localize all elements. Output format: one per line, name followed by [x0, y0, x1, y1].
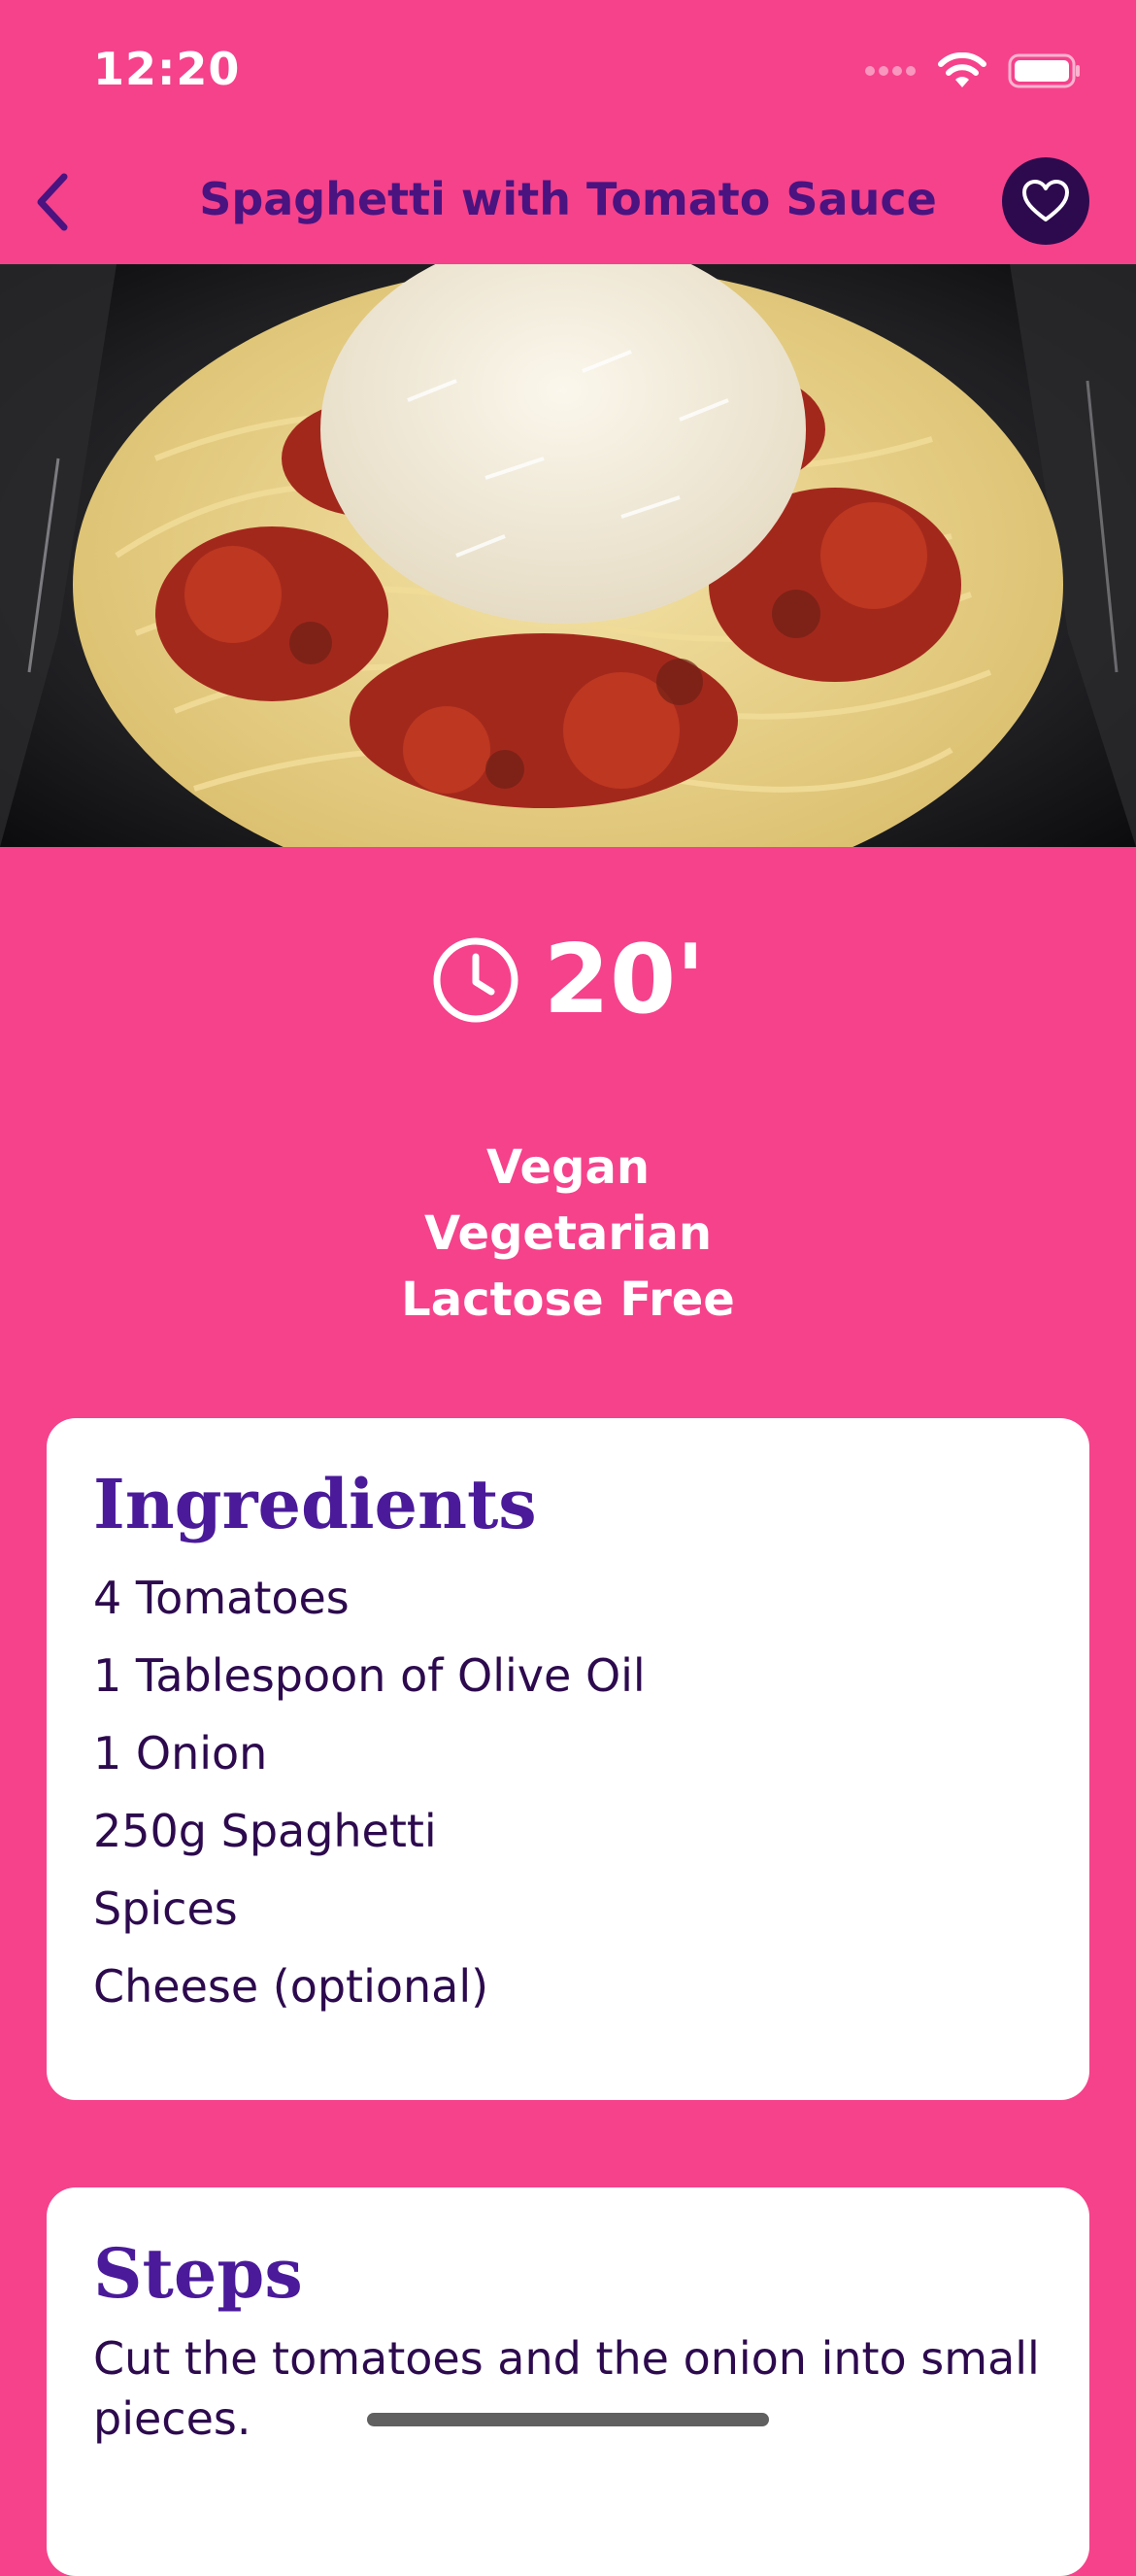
ingredient-item: 1 Tablespoon of Olive Oil	[93, 1649, 646, 1702]
heart-outline-icon	[1022, 180, 1069, 221]
ingredient-item: 1 Onion	[93, 1727, 268, 1779]
step-item: Cut the tomatoes and the onion into smal…	[93, 2332, 1040, 2445]
tag-vegan: Vegan	[486, 1140, 650, 1195]
dietary-tags: Vegan Vegetarian Lactose Free	[0, 1135, 1136, 1333]
home-indicator[interactable]	[367, 2413, 769, 2426]
navigation-bar: Spaghetti with Tomato Sauce	[0, 146, 1136, 264]
ingredient-item: 250g Spaghetti	[93, 1805, 437, 1857]
status-time: 12:20	[93, 43, 241, 95]
steps-title: Steps	[93, 2233, 303, 2314]
status-bar: 12:20	[0, 0, 1136, 146]
chevron-left-icon	[37, 173, 68, 231]
page-title: Spaghetti with Tomato Sauce	[199, 173, 937, 225]
spaghetti-photo	[0, 264, 1136, 847]
cellular-signal-icon	[865, 66, 916, 76]
cooking-time: 20'	[0, 932, 1136, 1028]
status-icons	[864, 52, 1082, 89]
recipe-photo	[0, 264, 1136, 847]
duration-value: 20'	[543, 925, 706, 1035]
tag-lactose-free: Lactose Free	[401, 1272, 735, 1327]
ingredient-item: Spices	[93, 1882, 238, 1935]
clock-icon	[433, 937, 518, 1023]
ingredients-title: Ingredients	[93, 1464, 537, 1544]
ingredient-item: Cheese (optional)	[93, 1960, 489, 2013]
steps-card: Steps Cut the tomatoes and the onion int…	[47, 2187, 1089, 2576]
back-button[interactable]	[14, 163, 91, 241]
favorite-button[interactable]	[1002, 157, 1089, 245]
battery-icon	[1008, 53, 1080, 88]
ingredient-item: 4 Tomatoes	[93, 1572, 350, 1624]
wifi-icon	[938, 52, 986, 87]
tag-vegetarian: Vegetarian	[423, 1206, 712, 1261]
ingredients-card: Ingredients 4 Tomatoes 1 Tablespoon of O…	[47, 1418, 1089, 2100]
